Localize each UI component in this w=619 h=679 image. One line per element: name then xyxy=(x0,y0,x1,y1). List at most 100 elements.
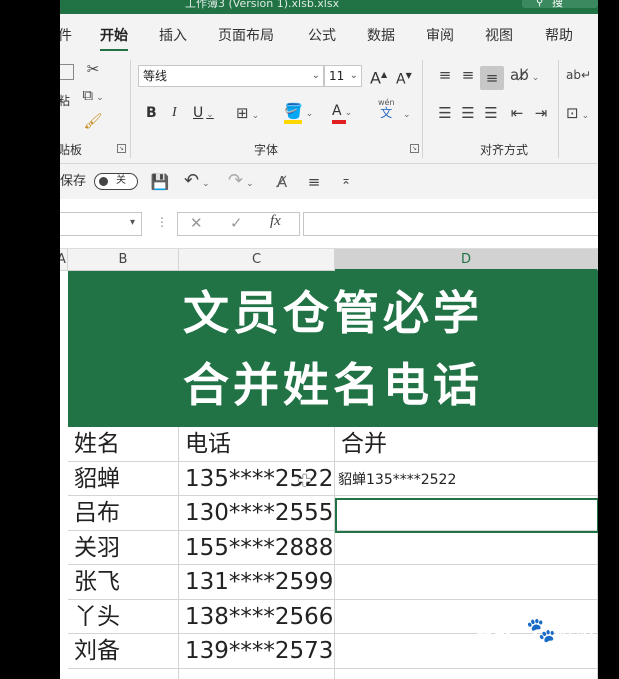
align-right-icon[interactable]: ☰ xyxy=(482,104,500,122)
autosave-toggle[interactable]: 关 xyxy=(94,173,138,190)
save-icon[interactable]: 💾 xyxy=(150,173,170,191)
borders-icon[interactable]: ⊞ ⌄ xyxy=(236,104,276,125)
font-group-label: 字体 xyxy=(254,143,279,157)
phone-cell[interactable]: 131****2599 xyxy=(179,565,335,599)
phone-cell[interactable]: 139****2573 xyxy=(179,634,335,668)
banner-line-2: 合并姓名电话 xyxy=(183,358,483,412)
phone-cell[interactable]: 130****2555 xyxy=(179,496,335,530)
enter-icon[interactable]: ✓ xyxy=(230,214,243,232)
tab-data[interactable]: 数据 xyxy=(367,25,395,45)
decrease-indent-icon[interactable]: ⇤ xyxy=(508,104,526,122)
undo-icon[interactable]: ↶ ⌄ xyxy=(184,172,218,193)
header-cell-name[interactable]: 姓名 xyxy=(68,427,179,461)
font-size-select[interactable]: 11 ⌄ xyxy=(324,65,362,87)
copy-icon[interactable]: ⧉ ⌄ xyxy=(82,86,104,107)
banner-line-1: 文员仓管必学 xyxy=(183,286,483,340)
orientation-icon[interactable]: ab̸ ⌄ xyxy=(510,66,540,87)
header-cell-phone[interactable]: 电话 xyxy=(179,427,335,461)
header-cell-merged[interactable]: 合并 xyxy=(335,427,598,461)
baidu-paw-icon: 🐾 xyxy=(526,616,556,644)
autosave-toggle-label: 关 xyxy=(116,175,126,186)
font-name-value: 等线 xyxy=(143,69,168,83)
merged-title-cell[interactable]: 文员仓管必学 合并姓名电话 xyxy=(68,271,598,427)
bold-button[interactable]: B xyxy=(146,104,157,122)
title-bar: 工作簿3 (Version 1).xlsb.xlsx ⚲ 搜 xyxy=(60,0,598,14)
phone-cell[interactable]: 138****2566 xyxy=(179,599,335,633)
formula-bar-splitter-icon[interactable]: ⋮ xyxy=(156,215,168,229)
watermark-cn: 经验 xyxy=(558,628,594,649)
font-color-button[interactable]: A ⌄ xyxy=(332,102,368,124)
clear-format-icon[interactable]: A̸ xyxy=(272,173,292,191)
paste-label[interactable]: 粘 xyxy=(60,92,70,110)
column-header-c[interactable]: C xyxy=(179,249,335,271)
fill-color-icon[interactable]: 🪣 ⌄ xyxy=(284,102,320,124)
fill-color-swatch xyxy=(284,120,302,124)
cancel-icon[interactable]: ✕ xyxy=(190,214,203,232)
search-label: 搜 xyxy=(552,0,563,9)
tab-review[interactable]: 审阅 xyxy=(426,25,454,45)
align-left-icon[interactable]: ☰ xyxy=(436,104,454,122)
search-box[interactable]: ⚲ 搜 xyxy=(522,0,598,9)
format-painter-icon[interactable]: 🖌 xyxy=(82,112,104,130)
align-middle-icon[interactable]: ≡ xyxy=(459,66,477,84)
underline-button[interactable]: U ⌄ xyxy=(193,104,214,124)
name-cell[interactable] xyxy=(68,668,179,679)
tab-view[interactable]: 视图 xyxy=(485,25,513,45)
align-top-icon[interactable]: ≡ xyxy=(436,66,454,84)
group-divider xyxy=(558,60,559,158)
column-header-d[interactable]: D xyxy=(335,249,598,271)
chevron-down-icon: ⌄ xyxy=(311,70,320,81)
merge-center-icon[interactable]: ⊡ ⌄ xyxy=(566,104,596,125)
tab-home[interactable]: 开始 xyxy=(100,25,128,51)
column-headers: A B C D xyxy=(60,249,598,271)
tab-file[interactable]: 件 xyxy=(60,25,72,45)
tab-help[interactable]: 帮助 xyxy=(545,25,573,45)
group-divider xyxy=(130,60,131,158)
active-cell-selection[interactable] xyxy=(335,498,598,533)
merged-cell[interactable]: 貂蝉135****2522 xyxy=(335,461,598,495)
toggle-knob xyxy=(99,177,108,186)
increase-indent-icon[interactable]: ⇥ xyxy=(532,104,550,122)
text-align-icon[interactable]: ≡ xyxy=(304,173,324,191)
chevron-down-icon[interactable]: ⌄ xyxy=(400,104,411,124)
excel-window: 工作簿3 (Version 1).xlsb.xlsx ⚲ 搜 件 开始 插入 页… xyxy=(60,0,598,679)
name-cell[interactable]: 貂蝉 xyxy=(68,461,179,495)
decrease-font-size-button[interactable]: A▼ xyxy=(396,67,412,89)
column-header-b[interactable]: B xyxy=(68,249,179,271)
name-cell[interactable]: 关羽 xyxy=(68,530,179,564)
cell-cursor-icon: ✚ xyxy=(298,471,312,490)
customize-qat-icon[interactable]: ⌅ xyxy=(338,171,354,189)
wrap-text-icon[interactable]: ab↵ xyxy=(566,66,591,84)
paste-icon[interactable] xyxy=(60,64,74,80)
align-bottom-icon[interactable]: ≡ xyxy=(483,69,501,87)
clipboard-launcher-icon[interactable]: ↘ xyxy=(117,144,126,153)
window-title: 工作簿3 (Version 1).xlsb.xlsx xyxy=(185,0,340,10)
font-name-select[interactable]: 等线 ⌄ xyxy=(138,65,324,87)
phonetic-guide-button[interactable]: wén 文 xyxy=(378,98,395,119)
tab-insert[interactable]: 插入 xyxy=(159,25,187,45)
tab-page-layout[interactable]: 页面布局 xyxy=(218,25,274,45)
align-center-icon[interactable]: ☰ xyxy=(459,104,477,122)
redo-icon[interactable]: ↷ ⌄ xyxy=(228,172,262,193)
name-cell[interactable]: 吕布 xyxy=(68,496,179,530)
formula-input[interactable] xyxy=(303,212,598,236)
font-size-value: 11 xyxy=(329,69,345,83)
italic-button[interactable]: I xyxy=(172,104,177,122)
insert-function-icon[interactable]: fx xyxy=(270,213,281,230)
name-box[interactable]: ▾ xyxy=(60,212,142,236)
merged-cell[interactable] xyxy=(335,565,598,599)
phone-cell[interactable]: 155****2888 xyxy=(179,530,335,564)
merged-cell[interactable] xyxy=(335,530,598,564)
name-cell[interactable]: 张飞 xyxy=(68,565,179,599)
baidu-jingyan-watermark: Bai du 🐾 经验 jingyan.baidu.com xyxy=(476,616,616,676)
tab-formulas[interactable]: 公式 xyxy=(308,25,336,45)
phone-cell[interactable] xyxy=(179,668,335,679)
name-cell[interactable]: 丫头 xyxy=(68,599,179,633)
column-header-a[interactable]: A xyxy=(60,249,68,271)
cut-icon[interactable]: ✂ xyxy=(84,60,102,78)
table-row: 貂蝉 135****2522 貂蝉135****2522 xyxy=(68,461,598,496)
name-cell[interactable]: 刘备 xyxy=(68,634,179,668)
increase-font-size-button[interactable]: A▲ xyxy=(370,66,387,87)
font-launcher-icon[interactable]: ↘ xyxy=(410,144,419,153)
phone-cell[interactable]: 135****2522 xyxy=(179,461,335,495)
